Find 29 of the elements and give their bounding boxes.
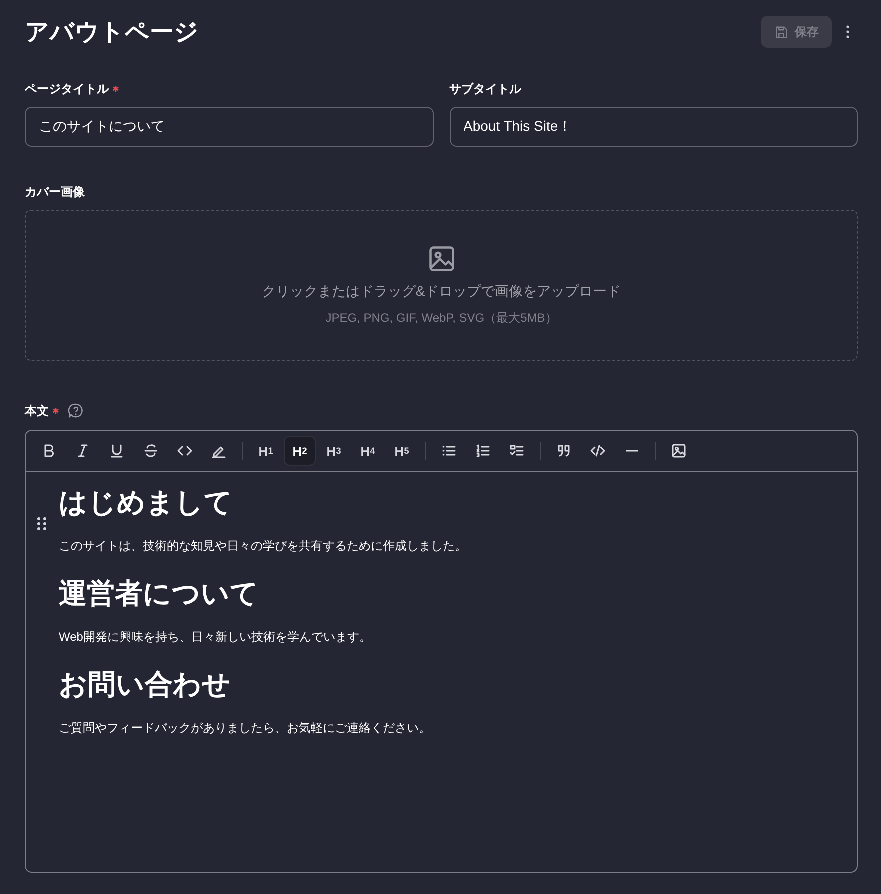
drag-handle-icon[interactable]	[37, 517, 47, 531]
save-icon	[774, 24, 789, 40]
content-paragraph: ご質問やフィードバックがありましたら、お気軽にご連絡ください。	[59, 720, 432, 737]
cover-label: カバー画像	[25, 184, 85, 200]
field-label: サブタイトル	[450, 80, 522, 98]
content-heading: はじめまして	[59, 486, 234, 520]
upload-prompt: クリックまたはドラッグ&ドロップで画像をアップロード	[262, 283, 622, 301]
image-icon	[671, 443, 687, 459]
help-icon[interactable]	[68, 403, 84, 419]
text-field[interactable]: About This Site！	[450, 107, 858, 147]
upload-hint: JPEG, PNG, GIF, WebP, SVG（最大5MB）	[326, 310, 558, 327]
numbered-list-icon	[475, 443, 491, 459]
content-heading: 運営者について	[59, 577, 260, 611]
content-paragraph: Web開発に興味を持ち、日々新しい技術を学んでいます。	[59, 629, 372, 646]
body-label: 本文	[25, 402, 49, 420]
image-upload-dropzone[interactable]: クリックまたはドラッグ&ドロップで画像をアップロード JPEG, PNG, GIF, WebP, SVG（最大5MB）	[25, 210, 858, 361]
more-options-icon[interactable]	[846, 25, 850, 39]
underline-icon	[109, 443, 125, 459]
task-list-icon	[509, 443, 525, 459]
code-block-icon	[590, 443, 606, 459]
field-label: ページタイトル	[25, 80, 109, 98]
page-title: アバウトページ	[25, 18, 200, 48]
image-icon	[426, 244, 456, 274]
content-paragraph: このサイトは、技術的な知見や日々の学びを共有するために作成しました。	[59, 538, 468, 555]
content-heading: お問い合わせ	[59, 668, 232, 702]
horizontal-rule-icon	[626, 450, 638, 452]
text-field[interactable]: このサイトについて	[25, 107, 434, 147]
quote-icon	[556, 443, 572, 459]
strikethrough-icon	[143, 443, 159, 459]
